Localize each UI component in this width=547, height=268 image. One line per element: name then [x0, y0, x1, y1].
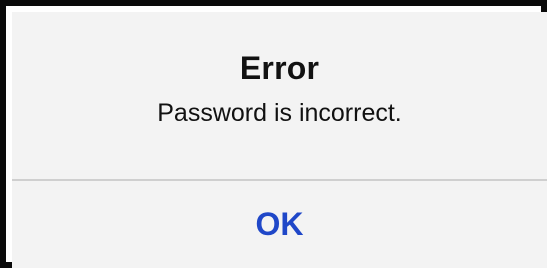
screenshot-frame: Error Password is incorrect. OK [0, 0, 547, 268]
ok-button[interactable]: OK [12, 181, 547, 268]
alert-dialog: Error Password is incorrect. OK [12, 12, 547, 268]
alert-content: Error Password is incorrect. [12, 12, 547, 179]
alert-message: Password is incorrect. [157, 99, 402, 127]
alert-title: Error [239, 50, 320, 86]
